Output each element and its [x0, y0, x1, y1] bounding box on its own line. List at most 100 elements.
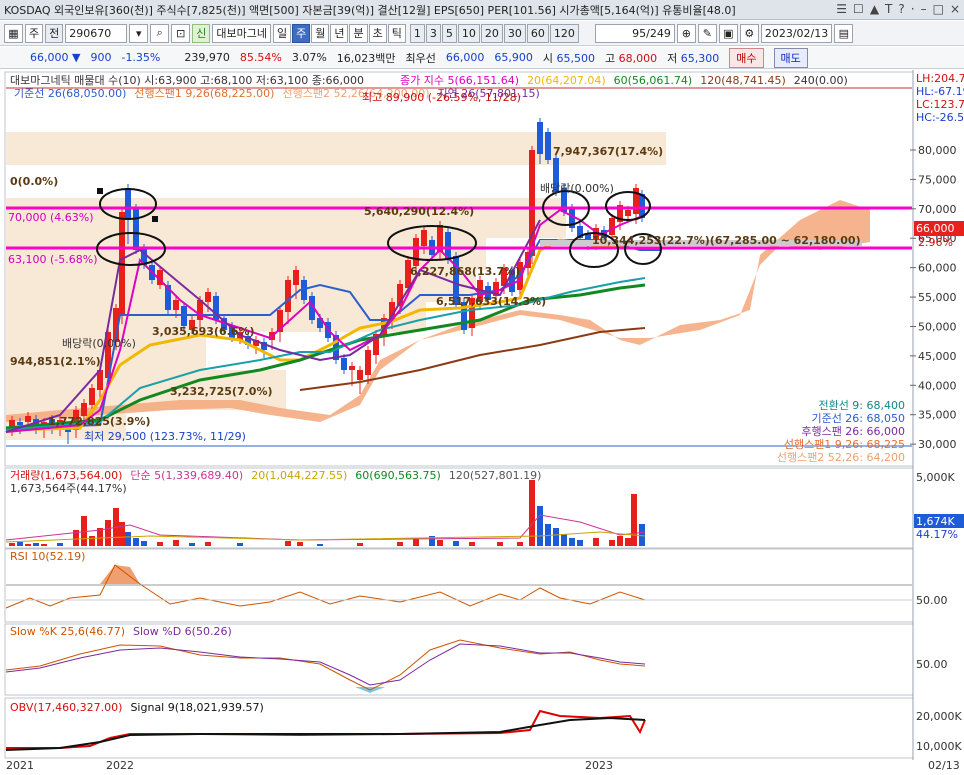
trade-amount: 16,023백만 [336, 51, 396, 65]
chart-area[interactable]: 대보마그네틱 매물대 수(10) 시:63,900 고:68,100 저:63,… [0, 70, 964, 775]
x-label-2023: 2023 [585, 759, 613, 772]
stock-code-input[interactable]: 290670 [65, 23, 128, 43]
candle-body [341, 358, 347, 370]
turnover: 3.07% [291, 51, 327, 64]
best-ask: 66,000 [445, 51, 485, 64]
lock-icon[interactable]: ⊡ [171, 23, 191, 43]
unit-tab[interactable]: 30 [503, 23, 526, 43]
y-tick-label: 60,000 [918, 262, 957, 275]
window-control-icon-8[interactable]: × [950, 2, 960, 16]
volume: 239,970 [184, 51, 230, 64]
candle-body [285, 280, 291, 312]
obv-label: OBV(17,460,327.00) [10, 701, 122, 714]
unit-tab[interactable]: 10 [457, 23, 480, 43]
volume-bar [357, 543, 363, 546]
window-control-icon-3[interactable]: T [885, 2, 892, 16]
candle-body [293, 270, 299, 285]
period-tab[interactable]: 일 [272, 23, 292, 43]
volume-bar [631, 494, 637, 546]
unit-tab[interactable]: 120 [549, 23, 579, 43]
draw-tool-icon[interactable]: ✎ [697, 23, 717, 43]
unit-tab[interactable]: 3 [425, 23, 441, 43]
period-tab[interactable]: 틱 [387, 23, 406, 43]
obv-axis-bottom: 10,000K [916, 740, 962, 753]
layout-icon[interactable]: ▦ [4, 23, 23, 43]
sell-button[interactable]: 매도 [773, 47, 808, 68]
candle-body [89, 388, 95, 405]
code-mode-label[interactable]: 전 [45, 23, 64, 43]
rsi-axis-label: 50.00 [916, 594, 948, 607]
volume-tag-pct: 44.17% [916, 528, 958, 541]
volume-bar [105, 520, 111, 546]
volume-profile-label-4: 6,517,633(14.3%) [436, 295, 546, 308]
bar-count-input[interactable]: 95/249 [594, 23, 675, 43]
volume-bar [561, 534, 567, 546]
buy-button[interactable]: 매수 [729, 47, 764, 68]
candle-body [545, 132, 551, 160]
window-control-icon-6[interactable]: – [921, 2, 927, 16]
search-icon[interactable]: ⌕ [150, 23, 170, 43]
candle-body [125, 188, 131, 220]
period-tab[interactable]: 년 [330, 23, 349, 43]
range-tag: HL:-67.19 [916, 85, 964, 98]
zoom-in-icon[interactable]: ⊕ [676, 23, 696, 43]
volume-bar [89, 536, 95, 546]
period-tab[interactable]: 주 [292, 23, 311, 43]
level-63100-label: 63,100 (-5.68%) [8, 253, 97, 266]
stock-info-text: KOSDAQ 외국인보유[360(천)] 주식수[7,825(천)] 액면[50… [4, 3, 736, 17]
chevron-down-icon[interactable]: ▾ [129, 23, 149, 43]
candle-body [349, 366, 355, 370]
volume-bar [17, 542, 23, 546]
window-control-icon-5[interactable]: · [911, 2, 915, 16]
obv-header: OBV(17,460,327.00) Signal 9(18,021,939.57… [10, 701, 264, 714]
stochastic-axis-label: 50.00 [916, 658, 948, 671]
unit-tab[interactable]: 5 [441, 23, 457, 43]
volume-bar [25, 544, 31, 546]
volume-bar [593, 538, 599, 546]
date-input[interactable]: 2023/02/13 [760, 23, 833, 43]
window-control-icon-2[interactable]: ▲ [870, 2, 879, 16]
save-icon[interactable]: ▣ [718, 23, 738, 43]
best-quote-label: 최우선 [405, 51, 436, 65]
marker-square [152, 216, 158, 222]
high-annotation: 최고 89,900 (-26.59%, 11/28) [362, 91, 521, 104]
svg-text:대보마그네틱 매물대 수(10) 시:63,900 고:6: 대보마그네틱 매물대 수(10) 시:63,900 고:68,100 저:63,… [10, 74, 364, 87]
price-change: 900 [90, 51, 112, 64]
candle-body [17, 422, 23, 425]
period-tab[interactable]: 월 [311, 23, 330, 43]
volume-bar [125, 532, 131, 546]
x-label-2021: 2021 [6, 759, 34, 772]
y-tick-label: 80,000 [918, 144, 957, 157]
minute-unit-tabs: 1 3 5 10 20 30 60 120 [409, 23, 579, 43]
volume-bar [453, 541, 459, 546]
legend-item: 120(527,801.19) [449, 469, 542, 482]
volume-profile-label-3: 6,227,868(13.7%) [410, 265, 520, 278]
candle-body [537, 122, 543, 154]
volume-bar [285, 541, 291, 546]
window-control-icon-4[interactable]: ? [898, 2, 904, 16]
window-control-icon-0[interactable]: ☰ [836, 2, 847, 16]
window-control-icon-1[interactable]: ☐ [853, 2, 864, 16]
period-tab[interactable]: 분 [349, 23, 368, 43]
dividend-label-1: 배당락(0.00%) [62, 337, 136, 350]
period-tab[interactable]: 초 [368, 23, 387, 43]
dividend-label-2: 배당락(0.00%) [540, 182, 614, 195]
volume-ratio: 85.54% [239, 51, 282, 64]
gear-icon[interactable]: ⚙ [739, 23, 759, 43]
volume-bar [205, 542, 211, 546]
candle-body [365, 350, 371, 375]
y-tick-label: 55,000 [918, 291, 957, 304]
calendar-icon[interactable]: ▤ [834, 23, 854, 43]
title-icons: ☰ ☐ ▲ T? · – □ × [836, 2, 960, 16]
legend-item: 20(1,044,227.55) [251, 469, 347, 482]
unit-tab[interactable]: 1 [409, 23, 425, 43]
unit-tab[interactable]: 60 [526, 23, 549, 43]
unit-tab[interactable]: 20 [480, 23, 503, 43]
market-select[interactable]: 주 [25, 23, 44, 43]
x-label-right: 02/13 [928, 759, 960, 772]
window-control-icon-7[interactable]: □ [933, 2, 944, 16]
volume-tag: 1,674K [916, 515, 955, 528]
volume-bar [173, 540, 179, 546]
volume-bar [517, 542, 523, 546]
volume-profile-label-2: 5,640,290(12.4%) [364, 205, 474, 218]
